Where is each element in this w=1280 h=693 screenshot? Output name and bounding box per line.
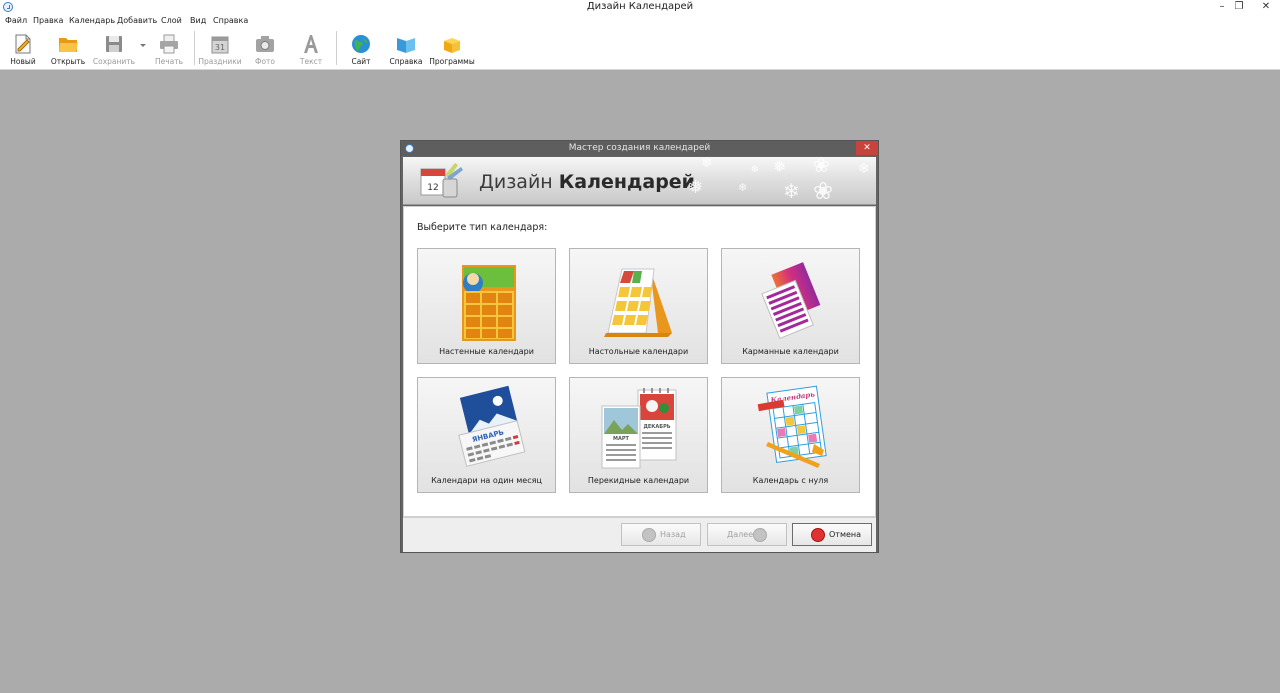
help-label: Справка (389, 57, 423, 66)
snowflake-decoration: ❄ (701, 157, 713, 171)
back-button[interactable]: Назад (621, 523, 701, 546)
dialog-close-button[interactable]: ✕ (856, 141, 878, 155)
main-toolbar: Новый Открыть Сохранить Печать 31 Праздн… (0, 28, 1280, 70)
close-button[interactable]: ✕ (1256, 0, 1276, 14)
app-title-bar: Дизайн Календарей – ❐ ✕ (0, 0, 1280, 15)
window-title: Дизайн Календарей (586, 1, 694, 12)
flip-calendar-card[interactable]: ДЕКАБРЬ МАРТ Перекидные календари (569, 377, 708, 493)
dialog-title: Мастер создания календарей (568, 143, 711, 153)
save-dropdown-arrow[interactable] (140, 44, 146, 47)
cancel-label: Отмена (829, 530, 862, 539)
monthly-calendar-card[interactable]: ЯНВАРЬ Календари на один месяц (417, 377, 556, 493)
camera-icon (256, 36, 274, 52)
cancel-x-icon (811, 528, 825, 542)
snowflake-decoration: ❀ (813, 157, 830, 177)
next-button[interactable]: Далее (707, 523, 787, 546)
next-arrow-icon (753, 528, 767, 542)
svg-text:31: 31 (215, 43, 225, 52)
print-button[interactable]: Печать (147, 31, 191, 67)
cancel-button[interactable]: Отмена (792, 523, 872, 546)
holiday-calendar-icon: 31 (211, 36, 229, 54)
monthly-calendar-icon: ЯНВАРЬ (458, 385, 526, 467)
snowflake-decoration: ❅ (688, 177, 704, 198)
menu-file[interactable]: Файл (5, 16, 27, 25)
programs-box-icon (444, 38, 460, 53)
flip-calendar-icon: ДЕКАБРЬ МАРТ (601, 388, 677, 469)
blank-calendar-label: Календарь с нуля (752, 476, 829, 485)
menu-add[interactable]: Добавить (117, 16, 157, 25)
programs-label: Программы (429, 57, 475, 66)
banner-day-number: 12 (427, 183, 438, 193)
wall-calendar-icon (462, 265, 516, 341)
text-tool-icon (304, 35, 318, 53)
pocket-calendar-icon (761, 262, 821, 340)
snowflake-decoration: ❄ (783, 179, 800, 203)
text-label: Текст (299, 57, 323, 66)
menu-bar: Файл Правка Календарь Добавить Слой Вид … (0, 15, 1280, 28)
dialog-title-bar: Мастер создания календарей ✕ (401, 141, 878, 156)
dialog-banner: 12 Дизайн Календарей ❄ ❅ ❄ ❆ ❅ ❄ ❀ ❀ ❄ (403, 157, 876, 205)
flip-month-text-a: ДЕКАБРЬ (643, 424, 670, 430)
back-arrow-icon (642, 528, 656, 542)
save-label: Сохранить (92, 57, 136, 66)
wall-calendar-card[interactable]: Настенные календари (417, 248, 556, 364)
monthly-calendar-label: Календари на один месяц (431, 476, 542, 485)
programs-button[interactable]: Программы (429, 31, 475, 67)
print-label: Печать (154, 57, 184, 66)
restore-button[interactable]: ❐ (1229, 0, 1249, 14)
flip-calendar-label: Перекидные календари (587, 476, 690, 485)
wall-calendar-label: Настенные календари (439, 347, 534, 356)
save-disk-icon (106, 36, 122, 52)
dialog-footer: Назад Далее Отмена (403, 517, 876, 552)
menu-help[interactable]: Справка (213, 16, 248, 25)
calendar-type-prompt: Выберите тип календаря: (417, 222, 548, 233)
dialog-content: Выберите тип календаря: Настенные календ… (403, 206, 876, 517)
pocket-calendar-card[interactable]: Карманные календари (721, 248, 860, 364)
save-button[interactable]: Сохранить (92, 31, 136, 67)
text-button[interactable]: Текст (289, 31, 333, 67)
menu-edit[interactable]: Правка (33, 16, 63, 25)
snowflake-decoration: ❄ (858, 161, 870, 177)
menu-view[interactable]: Вид (190, 16, 206, 25)
printer-icon (160, 34, 178, 54)
banner-title-bold: Календарей (558, 171, 695, 193)
photo-label: Фото (254, 57, 275, 66)
flip-month-text-b: МАРТ (613, 436, 630, 442)
back-label: Назад (660, 530, 686, 539)
banner-title-regular: Дизайн (479, 171, 559, 193)
snowflake-decoration: ❅ (773, 157, 787, 176)
desk-calendar-icon (604, 268, 672, 337)
blank-calendar-card[interactable]: Календарь Календарь с нуля (721, 377, 860, 493)
snowflake-decoration: ❄ (738, 181, 748, 194)
site-button[interactable]: Сайт (339, 31, 383, 67)
blank-calendar-icon: Календарь (757, 385, 827, 468)
menu-layer[interactable]: Слой (161, 16, 182, 25)
pocket-calendar-label: Карманные календари (742, 347, 839, 356)
open-label: Открыть (50, 57, 86, 66)
open-folder-icon (59, 38, 78, 52)
globe-icon (352, 35, 370, 53)
calendar-wizard-dialog: Мастер создания календарей ✕ 12 Дизайн К… (400, 140, 879, 553)
menu-calendar[interactable]: Календарь (69, 16, 115, 25)
new-document-icon (15, 34, 31, 54)
new-button[interactable]: Новый (1, 31, 45, 67)
desk-calendar-card[interactable]: Настольные календари (569, 248, 708, 364)
banner-title: Дизайн Календарей (479, 171, 695, 193)
holidays-button[interactable]: 31 Праздники (198, 31, 242, 67)
snowflake-decoration: ❀ (813, 177, 834, 205)
help-book-icon (397, 38, 415, 53)
photo-button[interactable]: Фото (243, 31, 287, 67)
banner-calendar-icon: 12 (420, 163, 463, 198)
desk-calendar-label: Настольные календари (588, 347, 689, 356)
next-label: Далее (727, 530, 754, 539)
open-button[interactable]: Открыть (46, 31, 90, 67)
help-button[interactable]: Справка (384, 31, 428, 67)
snowflake-decoration: ❆ (751, 165, 759, 175)
